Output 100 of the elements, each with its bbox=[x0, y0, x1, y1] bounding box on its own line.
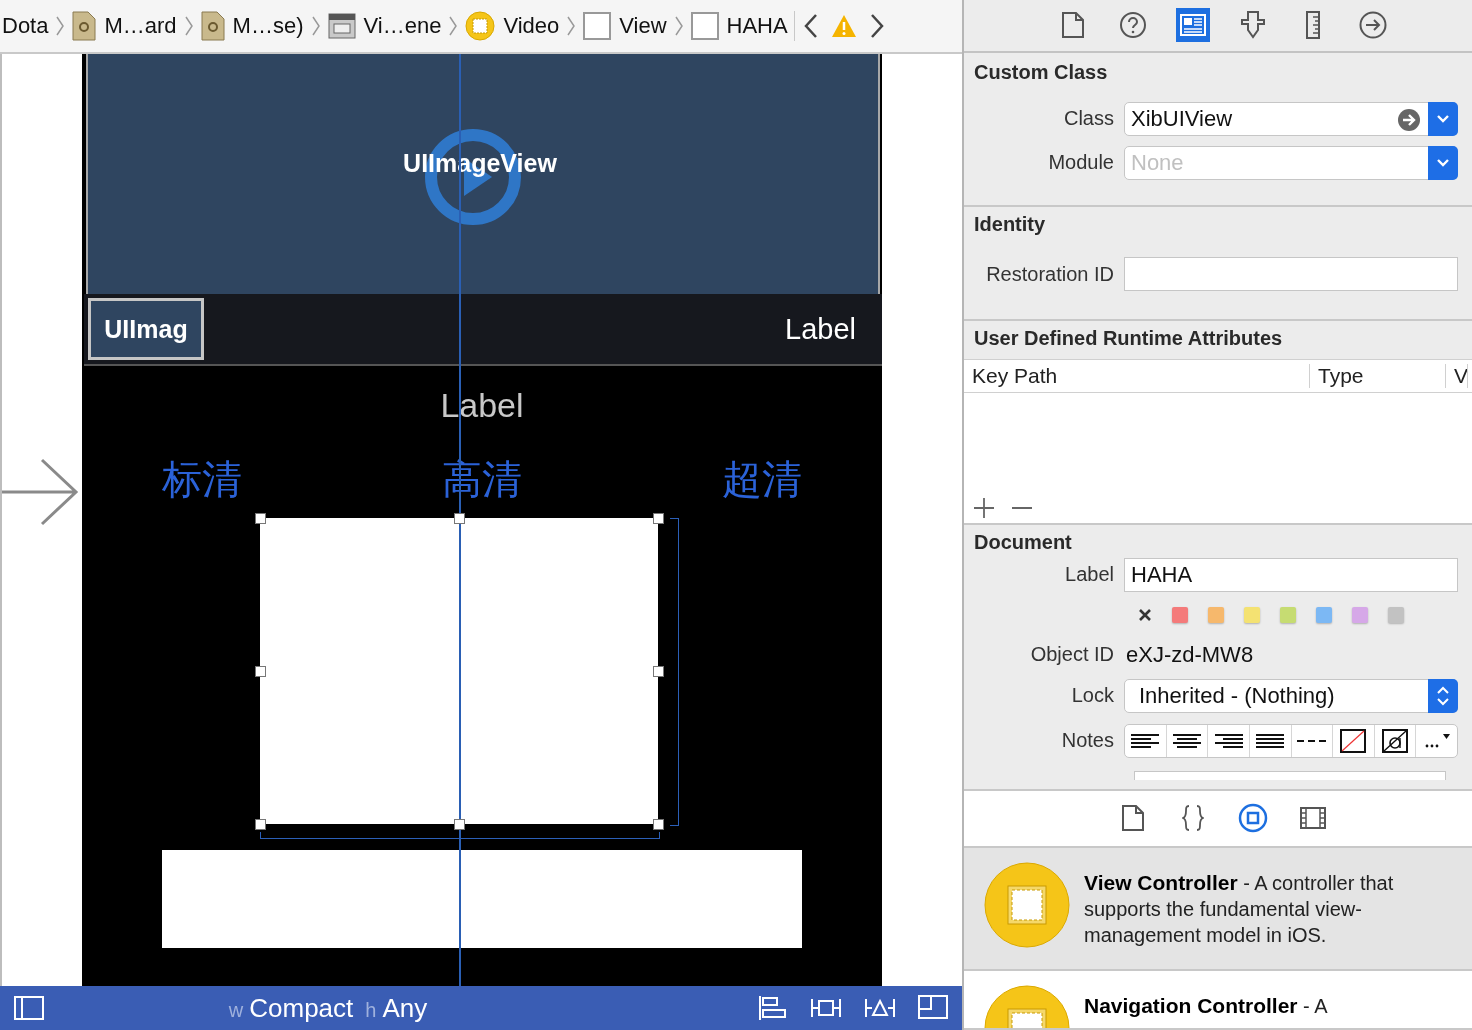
library-item[interactable]: View Controller - A controller that supports the fundamental view-management model in iOS. bbox=[964, 847, 1472, 971]
up-down-icon bbox=[1436, 684, 1450, 707]
film-icon bbox=[327, 12, 356, 40]
thumbnail-image: UIImag bbox=[88, 298, 204, 360]
resize-handle[interactable] bbox=[653, 513, 664, 524]
sidebar-toggle-icon[interactable] bbox=[14, 996, 44, 1020]
field-label: Notes bbox=[1060, 729, 1115, 753]
chevron-down-icon bbox=[1436, 157, 1450, 168]
lock-select[interactable]: Inherited - (Nothing) bbox=[1124, 678, 1458, 713]
color-swatch[interactable] bbox=[1388, 606, 1404, 623]
image-view-title: UIImageView bbox=[403, 148, 557, 178]
align-right-icon bbox=[1213, 732, 1244, 749]
field-label: Restoration ID bbox=[985, 262, 1115, 286]
color-swatch[interactable] bbox=[1244, 606, 1260, 623]
chevron-down-icon bbox=[1436, 113, 1450, 124]
field-label: Lock bbox=[1070, 684, 1115, 708]
resize-handle[interactable] bbox=[653, 819, 664, 830]
quality-option[interactable]: 标清 bbox=[162, 451, 242, 507]
breadcrumb-item[interactable]: M…ard bbox=[104, 13, 177, 39]
dashed-line-icon bbox=[1296, 737, 1327, 744]
resize-handle[interactable] bbox=[454, 513, 465, 524]
align-icon[interactable] bbox=[758, 995, 788, 1021]
view-icon bbox=[690, 12, 719, 40]
view-controller-icon bbox=[984, 861, 1070, 948]
breadcrumb-item[interactable]: View bbox=[619, 13, 667, 39]
font-icon bbox=[1382, 728, 1409, 753]
braces-icon bbox=[1182, 804, 1204, 833]
document-icon bbox=[1122, 805, 1144, 832]
ruler-icon bbox=[1306, 11, 1320, 40]
restoration-id-field[interactable] bbox=[1124, 257, 1458, 292]
chevron-icon bbox=[182, 14, 195, 38]
breadcrumb-item[interactable]: Video bbox=[503, 13, 560, 39]
class-value: XibUIView bbox=[1131, 105, 1233, 132]
clear-icon[interactable] bbox=[1138, 607, 1152, 622]
field-label: Object ID bbox=[1029, 643, 1115, 667]
object-icon bbox=[1238, 803, 1268, 834]
storyboard-file-icon bbox=[72, 11, 97, 41]
breadcrumb-item[interactable]: M…se) bbox=[232, 13, 304, 39]
arrow-circle-icon bbox=[1359, 11, 1387, 40]
identity-card-icon bbox=[1180, 14, 1206, 37]
field-label: Label bbox=[1064, 563, 1115, 587]
resize-handle[interactable] bbox=[653, 666, 664, 677]
notes-field[interactable] bbox=[1134, 770, 1446, 780]
resize-handle[interactable] bbox=[255, 819, 266, 830]
storyboard-file-icon bbox=[200, 11, 225, 41]
height-prefix: h bbox=[365, 998, 377, 1022]
field-label: Class bbox=[1063, 107, 1115, 131]
chevron-icon bbox=[447, 14, 460, 38]
resize-handle[interactable] bbox=[454, 819, 465, 830]
column-header[interactable]: Type bbox=[1310, 363, 1446, 388]
label-field[interactable]: HAHA bbox=[1124, 557, 1458, 592]
resizing-icon[interactable] bbox=[918, 995, 948, 1019]
placeholder-text: None bbox=[1131, 149, 1184, 176]
section-title: Identity bbox=[973, 212, 1047, 238]
align-justify-icon bbox=[1255, 732, 1286, 749]
object-id-value: eXJ-zd-MW8 bbox=[1125, 641, 1254, 668]
section-title: Document bbox=[973, 529, 1073, 555]
inspector-tab[interactable] bbox=[1176, 8, 1210, 43]
chevron-icon bbox=[565, 14, 578, 38]
color-swatch[interactable] bbox=[1208, 606, 1224, 623]
label-value: HAHA bbox=[1131, 561, 1193, 588]
breadcrumb-item[interactable]: Vi…ene bbox=[363, 13, 442, 39]
color-swatch[interactable] bbox=[1280, 606, 1296, 623]
color-swatch[interactable] bbox=[1352, 606, 1368, 623]
resize-handle[interactable] bbox=[255, 666, 266, 677]
view-icon bbox=[583, 12, 612, 40]
height-class[interactable]: Any bbox=[382, 992, 428, 1024]
width-class[interactable]: Compact bbox=[249, 992, 354, 1024]
breadcrumb-item[interactable]: Dota bbox=[2, 13, 49, 39]
breadcrumb-item[interactable]: HAHA bbox=[726, 13, 788, 39]
library-item-description: Navigation Controller - A bbox=[1084, 993, 1329, 1019]
section-title: Custom Class bbox=[973, 59, 1109, 85]
document-icon bbox=[1062, 12, 1084, 39]
color-swatch[interactable] bbox=[1316, 606, 1332, 623]
attributes-icon bbox=[1240, 11, 1266, 40]
film-strip-icon bbox=[1300, 807, 1326, 830]
no-color-icon bbox=[1340, 728, 1367, 753]
notes-format-control[interactable] bbox=[1124, 723, 1458, 758]
class-field[interactable]: XibUIView bbox=[1124, 101, 1458, 136]
resize-handle[interactable] bbox=[255, 513, 266, 524]
quality-option[interactable]: 超清 bbox=[722, 451, 802, 507]
help-icon bbox=[1120, 12, 1146, 39]
view-controller-icon bbox=[465, 11, 496, 41]
align-left-icon bbox=[1130, 732, 1161, 749]
color-swatch[interactable] bbox=[1172, 606, 1188, 623]
stepper-button[interactable] bbox=[1428, 678, 1458, 713]
width-prefix: w bbox=[228, 998, 244, 1022]
title-label: Label bbox=[785, 312, 856, 346]
align-center-icon bbox=[1171, 732, 1202, 749]
library-item[interactable]: Navigation Controller - A bbox=[964, 971, 1472, 1030]
library-item-description: View Controller - A controller that supports the fundamental view-management model in iOS. bbox=[1084, 869, 1395, 948]
back-icon[interactable] bbox=[802, 13, 819, 39]
chevron-icon bbox=[309, 14, 322, 38]
column-header[interactable]: Key Path bbox=[964, 363, 1310, 388]
forward-icon[interactable] bbox=[868, 13, 885, 39]
field-label: Module bbox=[1047, 151, 1115, 175]
section-title: User Defined Runtime Attributes bbox=[973, 325, 1284, 351]
dropdown-button[interactable] bbox=[1428, 145, 1458, 180]
dropdown-button[interactable] bbox=[1428, 101, 1458, 136]
chevron-icon bbox=[54, 14, 67, 38]
